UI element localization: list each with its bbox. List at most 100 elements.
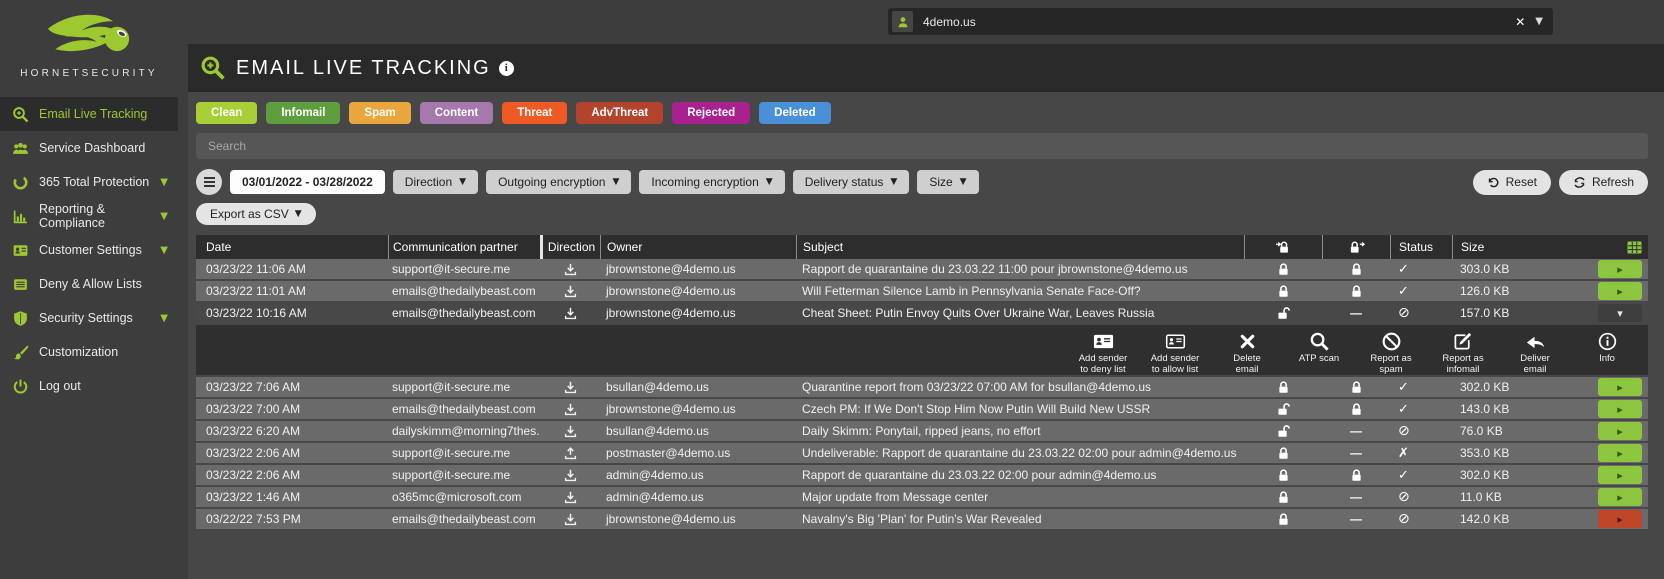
filter-dropdown[interactable]: Size ▼ [917, 170, 979, 194]
cell-date: 03/23/22 11:01 AM [206, 284, 306, 298]
cell-date: 03/23/22 11:06 AM [206, 262, 306, 276]
row-expand-button[interactable] [1598, 400, 1642, 418]
category-chip[interactable]: Clean [196, 102, 258, 124]
sidebar-item-security-settings[interactable]: Security Settings ▼ [0, 301, 178, 335]
table-row[interactable]: 03/23/22 1:46 AM o365mc@microsoft.com ad… [196, 487, 1648, 509]
no-encryption-dash: — [1350, 490, 1362, 504]
cell-date: 03/23/22 7:06 AM [206, 380, 301, 394]
cell-partner: emails@thedailybeast.com [392, 284, 536, 298]
magnifier-icon [1310, 332, 1329, 351]
filter-dropdown[interactable]: Delivery status ▼ [792, 170, 910, 194]
row-expand-button[interactable] [1598, 260, 1642, 278]
sidebar-item-service-dashboard[interactable]: Service Dashboard [0, 131, 178, 165]
row-expand-button[interactable] [1598, 466, 1642, 484]
row-expand-button[interactable] [1598, 422, 1642, 440]
header-incoming-encryption-icon[interactable] [1322, 235, 1390, 259]
cell-partner: o365mc@microsoft.com [392, 490, 522, 504]
category-chip[interactable]: Infomail [266, 102, 341, 124]
header-status[interactable]: Status [1390, 235, 1452, 259]
direction-icon [540, 258, 600, 280]
status-icon [1390, 398, 1452, 420]
category-chip[interactable]: Deleted [759, 102, 831, 124]
info-icon[interactable]: i [498, 60, 514, 76]
no-encryption-dash: — [1350, 512, 1362, 526]
cell-actions [1592, 486, 1648, 508]
row-expand-button[interactable] [1598, 444, 1642, 462]
users-icon [12, 140, 29, 157]
category-chip[interactable]: AdvThreat [576, 102, 664, 124]
cell-partner: support@it-secure.me [392, 468, 511, 482]
sidebar-item-log-out[interactable]: Log out [0, 369, 178, 403]
refresh-button[interactable]: Refresh [1558, 169, 1648, 195]
sidebar-item-reporting-compliance[interactable]: Reporting & Compliance ▼ [0, 199, 178, 233]
lock-closed-icon [1278, 512, 1288, 525]
incoming-encryption-icon: — [1322, 280, 1390, 302]
sidebar-item-customer-settings[interactable]: Customer Settings ▼ [0, 233, 178, 267]
action-add-sender-allow-list[interactable]: Add sender to allow list [1144, 331, 1206, 375]
table-row[interactable]: 03/22/22 7:53 PM emails@thedailybeast.co… [196, 509, 1648, 531]
action-add-sender-deny-list[interactable]: Add sender to deny list [1072, 331, 1134, 375]
sidebar-item-customization[interactable]: Customization [0, 335, 178, 369]
table-row[interactable]: 03/23/22 11:06 AM support@it-secure.me j… [196, 259, 1648, 281]
header-date[interactable]: Date [196, 235, 388, 259]
header-owner[interactable]: Owner [600, 235, 796, 259]
header-partner[interactable]: Communication partner [388, 235, 540, 259]
incoming-encryption-icon: — [1322, 398, 1390, 420]
action-delete-email[interactable]: Delete email [1216, 331, 1278, 375]
table-row[interactable]: 03/23/22 7:00 AM emails@thedailybeast.co… [196, 399, 1648, 421]
header-size[interactable]: Size [1452, 235, 1592, 259]
category-filter-chips: Clean Infomail Spam Content Threat AdvTh… [196, 102, 1648, 124]
cell-partner: support@it-secure.me [392, 262, 511, 276]
outgoing-encryption-icon: — [1244, 508, 1322, 530]
sidebar-item-365-total-protection[interactable]: 365 Total Protection ▼ [0, 165, 178, 199]
date-range-button[interactable]: 03/01/2022 - 03/28/2022 [230, 170, 385, 194]
row-expand-button[interactable] [1598, 488, 1642, 506]
action-report-as-spam[interactable]: Report as spam [1360, 331, 1422, 375]
filter-dropdown[interactable]: Direction ▼ [392, 170, 479, 194]
table-row[interactable]: 03/23/22 10:16 AM emails@thedailybeast.c… [196, 303, 1648, 325]
search-input[interactable] [196, 133, 1648, 159]
sidebar-item-label: 365 Total Protection [39, 175, 150, 189]
id-card-icon [12, 242, 29, 259]
account-scope-selector[interactable]: 4demo.us ✕ ▼ [888, 8, 1553, 35]
cell-owner: admin@4demo.us [606, 490, 704, 504]
status-icon [1390, 420, 1452, 442]
table-row[interactable]: 03/23/22 2:06 AM support@it-secure.me ad… [196, 465, 1648, 487]
table-row[interactable]: 03/23/22 2:06 AM support@it-secure.me po… [196, 443, 1648, 465]
row-expand-button[interactable] [1598, 304, 1642, 322]
filter-dropdown[interactable]: Incoming encryption ▼ [639, 170, 785, 194]
row-expand-button[interactable] [1598, 510, 1642, 528]
sidebar-nav: Email Live Tracking Service Dashboard 36… [0, 97, 178, 403]
chevron-down-icon[interactable]: ▼ [1535, 16, 1553, 27]
row-expand-button[interactable] [1598, 378, 1642, 396]
table-row[interactable]: 03/23/22 11:01 AM emails@thedailybeast.c… [196, 281, 1648, 303]
header-outgoing-encryption-icon[interactable] [1244, 235, 1322, 259]
view-options-button[interactable] [196, 169, 222, 195]
lock-closed-icon [1278, 284, 1288, 297]
export-csv-button[interactable]: Export as CSV ▼ [196, 203, 316, 225]
incoming-arrow-icon [564, 513, 576, 525]
chevron-down-icon: ▼ [959, 177, 967, 187]
column-settings-icon[interactable] [1592, 235, 1648, 259]
category-chip[interactable]: Spam [349, 102, 411, 124]
action-report-as-infomail[interactable]: Report as infomail [1432, 331, 1494, 375]
reset-button[interactable]: Reset [1472, 169, 1551, 195]
lock-closed-icon [1351, 284, 1361, 297]
row-expand-button[interactable] [1598, 282, 1642, 300]
header-subject[interactable]: Subject [796, 235, 1244, 259]
filter-dropdown[interactable]: Outgoing encryption ▼ [486, 170, 632, 194]
category-chip[interactable]: Threat [502, 102, 568, 124]
cell-subject: Rapport de quarantaine du 23.03.22 11:00… [802, 262, 1188, 276]
close-icon[interactable]: ✕ [1505, 15, 1535, 29]
category-chip[interactable]: Content [419, 102, 494, 124]
sidebar-item-deny-allow-lists[interactable]: Deny & Allow Lists [0, 267, 178, 301]
sidebar-item-email-live-tracking[interactable]: Email Live Tracking [0, 97, 178, 131]
category-chip[interactable]: Rejected [672, 102, 751, 124]
header-direction[interactable]: Direction [540, 235, 600, 259]
action-info[interactable]: Info [1576, 331, 1638, 375]
action-atp-scan[interactable]: ATP scan [1288, 331, 1350, 375]
sidebar-item-label: Service Dashboard [39, 141, 146, 155]
action-deliver-email[interactable]: Deliver email [1504, 331, 1566, 375]
table-row[interactable]: 03/23/22 7:06 AM support@it-secure.me bs… [196, 377, 1648, 399]
table-row[interactable]: 03/23/22 6:20 AM dailyskimm@morning7thes… [196, 421, 1648, 443]
